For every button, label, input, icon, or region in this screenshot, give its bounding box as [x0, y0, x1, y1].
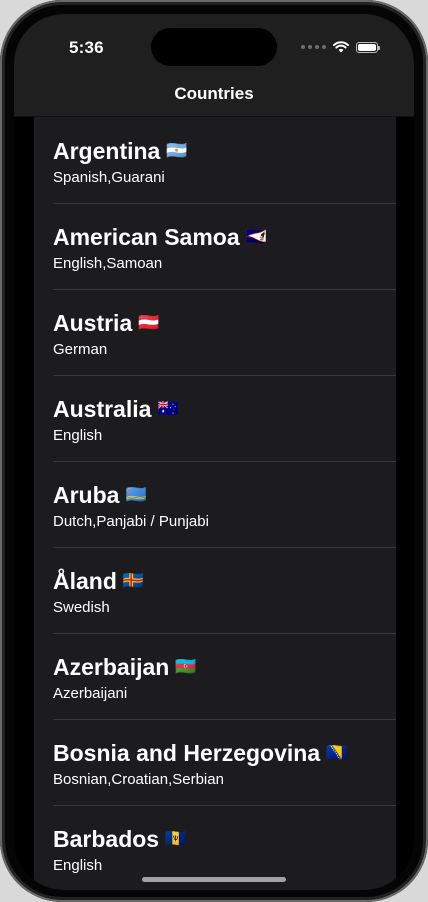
- list-item[interactable]: Åland 🇦🇽 Swedish: [34, 547, 396, 633]
- country-list[interactable]: Argentina 🇦🇷 Spanish,Guarani American Sa…: [34, 117, 396, 890]
- list-item[interactable]: Azerbaijan 🇦🇿 Azerbaijani: [34, 633, 396, 719]
- status-bar: 5:36: [14, 14, 414, 78]
- flag-icon: 🇦🇽: [122, 571, 145, 591]
- screen: 5:36 Countries Argentina 🇦🇷 Spanish,Guar…: [14, 14, 414, 890]
- battery-level: [358, 43, 376, 51]
- country-name: Aruba: [53, 482, 120, 508]
- country-languages: Swedish: [53, 599, 110, 616]
- country-languages: Spanish,Guarani: [53, 169, 165, 186]
- country-name: Åland: [53, 568, 117, 594]
- flag-icon: 🇧🇧: [165, 829, 187, 849]
- list-item[interactable]: Aruba 🇦🇼 Dutch,Panjabi / Punjabi: [34, 461, 396, 547]
- country-languages: German: [53, 341, 108, 358]
- flag-icon: 🇦🇸: [245, 227, 267, 247]
- flag-icon: 🇦🇹: [138, 313, 160, 333]
- list-item[interactable]: American Samoa 🇦🇸 English,Samoan: [34, 203, 396, 289]
- country-name: Australia: [53, 396, 152, 422]
- country-languages: Azerbaijani: [53, 685, 128, 702]
- country-languages: English: [53, 427, 103, 444]
- status-time: 5:36: [69, 38, 104, 57]
- country-languages: English: [53, 857, 103, 874]
- flag-icon: 🇦🇷: [166, 141, 188, 161]
- status-icons: [301, 41, 380, 53]
- signal-dots-icon: [301, 45, 326, 49]
- wifi-icon: [333, 41, 349, 53]
- home-indicator[interactable]: [142, 877, 286, 882]
- flag-icon: 🇦🇼: [125, 485, 147, 505]
- nav-title: Countries: [174, 84, 254, 103]
- list-item[interactable]: Australia 🇦🇺 English: [34, 375, 396, 461]
- country-name: Barbados: [53, 826, 160, 852]
- flag-icon: 🇧🇦: [326, 743, 348, 763]
- country-name: Austria: [53, 310, 133, 336]
- list-item[interactable]: Bosnia and Herzegovina 🇧🇦 Bosnian,Croati…: [34, 719, 396, 805]
- country-name: American Samoa: [53, 224, 240, 250]
- country-name: Azerbaijan: [53, 654, 170, 680]
- country-name: Bosnia and Herzegovina: [53, 740, 321, 766]
- country-languages: Bosnian,Croatian,Serbian: [53, 771, 224, 788]
- list-item[interactable]: Argentina 🇦🇷 Spanish,Guarani: [34, 117, 396, 203]
- flag-icon: 🇦🇿: [175, 657, 197, 677]
- dynamic-island: [151, 28, 277, 66]
- country-languages: Dutch,Panjabi / Punjabi: [53, 513, 209, 530]
- list-item[interactable]: Austria 🇦🇹 German: [34, 289, 396, 375]
- nav-bar: Countries: [14, 78, 414, 117]
- flag-icon: 🇦🇺: [157, 399, 179, 419]
- battery-icon: [356, 41, 380, 53]
- device-page: 5:36 Countries Argentina 🇦🇷 Spanish,Guar…: [0, 0, 428, 902]
- country-languages: English,Samoan: [53, 255, 163, 272]
- country-name: Argentina: [53, 138, 161, 164]
